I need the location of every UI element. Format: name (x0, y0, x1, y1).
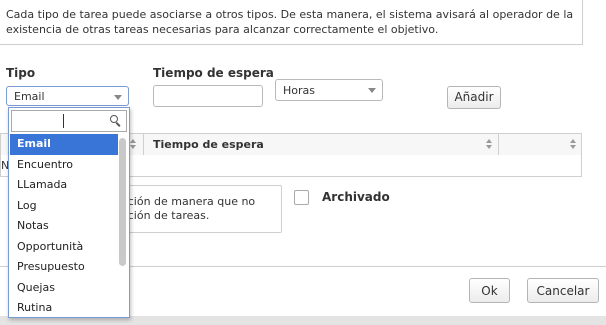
dropdown-list: Email Encuentro LLamada Log Notas Opportunità… (10, 134, 118, 319)
text-cursor (63, 114, 64, 128)
dropdown-option-rutina[interactable]: Rutina (10, 298, 118, 319)
dropdown-option-presupuesto[interactable]: Presupuesto (10, 257, 118, 278)
unidad-select[interactable]: Horas (275, 79, 383, 101)
add-button[interactable]: Añadir (447, 86, 501, 109)
tiempo-input[interactable] (153, 85, 263, 107)
tiempo-label: Tiempo de espera (153, 66, 274, 80)
chevron-down-icon (114, 95, 122, 100)
note-text: ación de manera que no ación de tareas. (121, 195, 256, 222)
column-divider (498, 134, 499, 155)
column-header-tiempo[interactable]: Tiempo de espera (153, 138, 264, 151)
sort-icon[interactable] (130, 139, 137, 150)
search-icon (110, 115, 122, 127)
dropdown-option-quejas[interactable]: Quejas (10, 278, 118, 299)
sort-icon[interactable] (486, 139, 493, 150)
tipo-select[interactable]: Email (6, 86, 129, 106)
dropdown-option-llamada[interactable]: LLamada (10, 175, 118, 196)
tipo-dropdown: Email Encuentro LLamada Log Notas Opportunità… (8, 107, 130, 318)
chevron-down-icon (368, 88, 376, 93)
dropdown-search-input[interactable] (11, 110, 127, 132)
dropdown-option-opportunit-[interactable]: Opportunità (10, 237, 118, 258)
archivado-checkbox[interactable] (294, 190, 309, 205)
unidad-select-value: Horas (283, 84, 315, 97)
dropdown-option-email[interactable]: Email (10, 134, 118, 155)
archivado-label: Archivado (322, 190, 390, 204)
column-divider (143, 134, 144, 155)
tipo-label: Tipo (6, 66, 36, 80)
dropdown-option-notas[interactable]: Notas (10, 216, 118, 237)
sort-icon[interactable] (570, 139, 577, 150)
dropdown-option-log[interactable]: Log (10, 196, 118, 217)
dropdown-scrollbar[interactable] (119, 138, 126, 266)
cancel-button[interactable]: Cancelar (527, 278, 599, 303)
dropdown-option-encuentro[interactable]: Encuentro (10, 155, 118, 176)
info-text: Cada tipo de tarea puede asociarse a otr… (6, 8, 574, 36)
task-type-dialog: Cada tipo de tarea puede asociarse a otr… (0, 0, 606, 325)
tipo-select-value: Email (14, 90, 45, 103)
info-box: Cada tipo de tarea puede asociarse a otr… (0, 0, 583, 45)
ok-button[interactable]: Ok (469, 278, 510, 303)
